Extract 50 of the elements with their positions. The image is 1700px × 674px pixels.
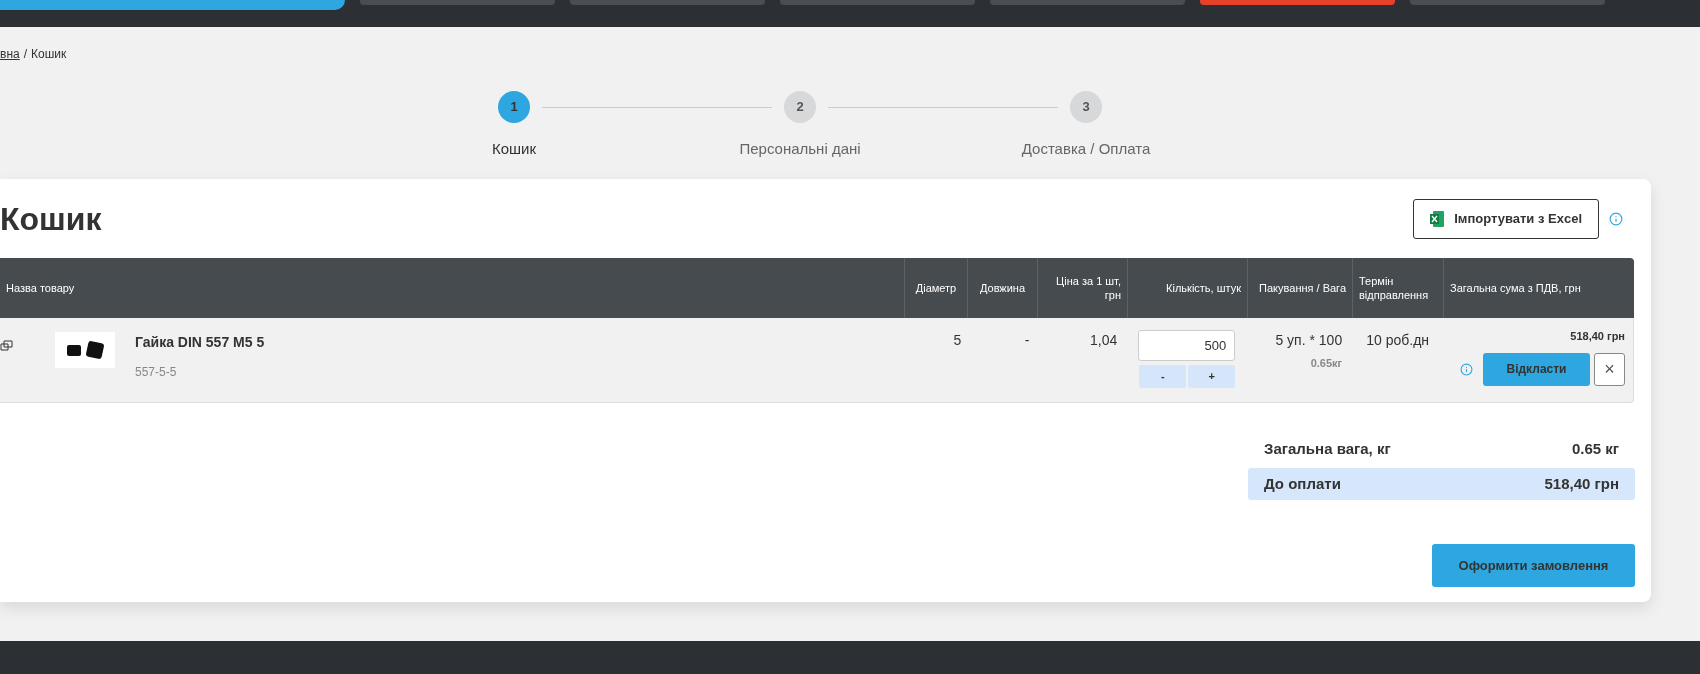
product-photo xyxy=(55,332,115,368)
column-header: Діаметр xyxy=(915,281,957,295)
decrease-button[interactable]: - xyxy=(1139,365,1187,388)
total-cell-text: 518,40 грн xyxy=(1570,329,1625,344)
summary-label: До оплати xyxy=(1264,473,1341,494)
diameter-cell-text: 5 xyxy=(953,331,962,350)
packing-cell-text: 5 уп. * 100 xyxy=(1275,331,1343,350)
column-header: Кількість, штук xyxy=(1166,281,1241,295)
column-header: Пакування / Вага xyxy=(1259,281,1346,295)
summary-label: Загальна вага, кг xyxy=(1264,438,1391,459)
step-label: Доставка / Оплата xyxy=(1021,139,1151,159)
increase-button[interactable]: + xyxy=(1188,365,1236,388)
info-icon[interactable] xyxy=(1460,362,1473,376)
spreadsheet-icon xyxy=(1430,210,1445,227)
catalog-tab[interactable] xyxy=(0,0,345,10)
column-header: Загальна сума з ПДВ, грн xyxy=(1450,281,1581,295)
remove-button[interactable]: × xyxy=(1594,352,1625,386)
compare-icon[interactable] xyxy=(0,340,13,352)
breadcrumb-current: Кошик xyxy=(31,46,67,63)
step-label: Кошик xyxy=(491,139,537,159)
product-name[interactable]: Гайка DIN 557 M5 5 xyxy=(135,332,265,353)
step-number: 2 xyxy=(784,91,816,123)
weight-cell-text: 0.65кг xyxy=(1310,356,1343,371)
step-number: 3 xyxy=(1070,91,1102,123)
nav-tab[interactable] xyxy=(1410,0,1605,5)
column-header: Ціна за 1 шт, грн xyxy=(1055,274,1121,302)
nav-tab[interactable] xyxy=(990,0,1185,5)
quantity-field[interactable]: 500 xyxy=(1138,330,1236,361)
length-cell-text: - xyxy=(1024,331,1030,350)
column-header: Довжина xyxy=(979,281,1026,295)
column-header: Назва товару xyxy=(6,281,75,295)
checkout-button[interactable]: Оформити замовлення xyxy=(1432,544,1635,587)
summary-value: 0.65 кг xyxy=(1571,438,1619,459)
product-code: 557-5-5 xyxy=(135,364,178,381)
nav-tab[interactable] xyxy=(1200,0,1395,5)
postpone-button[interactable]: Відкласти xyxy=(1483,352,1590,386)
nav-tab[interactable] xyxy=(570,0,765,5)
nav-tab[interactable] xyxy=(780,0,975,5)
price-cell-text: 1,04 xyxy=(1090,331,1118,350)
import-excel-button[interactable]: Імпортувати з Excel xyxy=(1413,198,1599,239)
breadcrumb-separator: / xyxy=(23,46,28,63)
column-header: Термін відправлення xyxy=(1359,274,1430,302)
step-label: Персональні дані xyxy=(739,139,861,159)
term-cell-text: 10 роб.дн xyxy=(1366,331,1430,350)
step-number: 1 xyxy=(498,91,530,123)
breadcrumb-link[interactable]: вна xyxy=(0,45,20,63)
cart-title: Кошик xyxy=(0,199,102,239)
info-icon[interactable] xyxy=(1609,211,1623,226)
summary-value: 518,40 грн xyxy=(1544,473,1619,494)
nav-tab[interactable] xyxy=(360,0,555,5)
